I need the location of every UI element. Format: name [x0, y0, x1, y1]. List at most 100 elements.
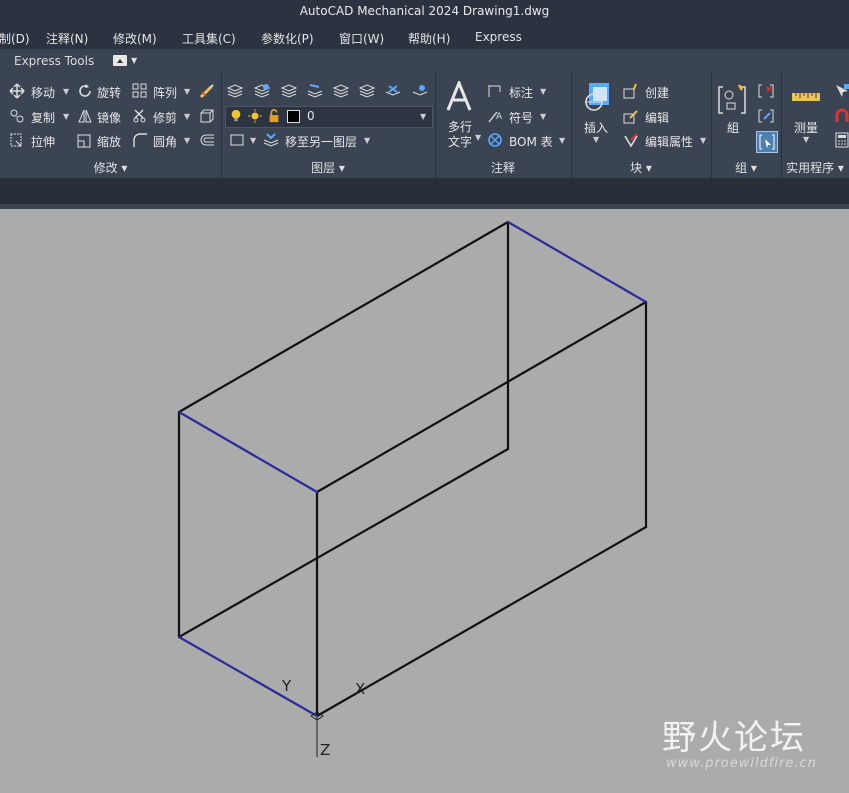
offset-icon[interactable] [199, 132, 215, 148]
edit-attributes-button[interactable]: 编辑属性 [645, 133, 693, 150]
dimension-icon [488, 85, 501, 97]
tab-express-tools[interactable]: Express Tools [14, 54, 94, 68]
menu-toolsets[interactable]: 工具集(C) [182, 30, 236, 47]
menu-express[interactable]: Express [475, 30, 522, 44]
chevron-down-icon[interactable]: ▼ [420, 112, 426, 121]
chevron-down-icon[interactable]: ▼ [184, 136, 190, 145]
drawing-canvas[interactable]: Y X Z [0, 209, 849, 793]
text-icon[interactable] [445, 81, 473, 111]
mirror-button[interactable]: 镜像 [97, 109, 121, 126]
make-current-icon[interactable] [229, 132, 245, 148]
copy-icon [10, 109, 24, 123]
window-title: AutoCAD Mechanical 2024 Drawing1.dwg [299, 4, 550, 18]
dimension-button[interactable]: 标注 [509, 84, 533, 101]
menu-draw[interactable]: 制(D) [0, 30, 30, 47]
ruler-icon[interactable] [791, 89, 821, 103]
mtext-label-line2[interactable]: 文字 [448, 133, 472, 150]
bom-icon [488, 133, 502, 147]
box-edge[interactable] [177, 220, 510, 414]
ungroup-icon[interactable] [758, 83, 774, 99]
box-edge[interactable] [315, 525, 648, 718]
sun-icon[interactable] [248, 109, 262, 123]
rotate-button[interactable]: 旋转 [97, 84, 121, 101]
ribbon-minimize-button[interactable] [113, 55, 127, 66]
panel-title-utilities[interactable]: 实用程序 ▾ [781, 159, 849, 176]
menu-help[interactable]: 帮助(H) [408, 30, 450, 47]
create-button[interactable]: 创建 [645, 84, 669, 101]
scale-icon [77, 134, 91, 148]
fillet-button[interactable]: 圆角 [153, 133, 177, 150]
menu-parametric[interactable]: 参数化(P) [261, 30, 314, 47]
panel-title-layers[interactable]: 图层 ▾ [221, 159, 435, 176]
chevron-down-icon[interactable]: ▼ [63, 87, 69, 96]
ucs-z-label: Z [320, 741, 330, 759]
trim-button[interactable]: 修剪 [153, 109, 177, 126]
array-button[interactable]: 阵列 [153, 84, 177, 101]
layer-walk-icon[interactable] [359, 83, 375, 99]
symbol-button[interactable]: 符号 [509, 109, 533, 126]
panel-group: 組 组 ▾ [711, 73, 782, 178]
menu-annotate[interactable]: 注释(N) [46, 30, 88, 47]
chevron-down-icon[interactable]: ▼ [593, 135, 599, 144]
chevron-down-icon[interactable]: ▼ [364, 136, 370, 145]
chevron-down-icon[interactable]: ▼ [540, 87, 546, 96]
erase-icon[interactable] [199, 83, 215, 99]
group-icon[interactable] [717, 83, 747, 117]
layer-match-icon[interactable] [307, 83, 323, 99]
layer-isolate-icon[interactable] [281, 83, 297, 99]
measure-button[interactable]: 测量 [794, 119, 818, 136]
unlock-icon[interactable] [267, 109, 281, 123]
group-button[interactable]: 組 [727, 119, 739, 136]
move-to-another-layer-button[interactable]: 移至另一图层 [285, 133, 357, 150]
bom-table-button[interactable]: BOM 表 [509, 133, 553, 150]
scale-button[interactable]: 缩放 [97, 133, 121, 150]
chevron-down-icon[interactable]: ▼ [803, 135, 809, 144]
chevron-down-icon[interactable]: ▼ [700, 136, 706, 145]
box-edge-x[interactable] [177, 635, 319, 718]
ribbon-tab-row: Express Tools ▼ [0, 49, 849, 73]
layer-properties-icon[interactable] [227, 83, 243, 99]
edit-attributes-icon [624, 133, 638, 148]
rotate-icon [79, 84, 91, 97]
panel-title-block[interactable]: 块 ▾ [571, 159, 711, 176]
stretch-button[interactable]: 拉伸 [31, 133, 55, 150]
panel-title-modify[interactable]: 修改 ▾ [0, 159, 221, 176]
chevron-down-icon[interactable]: ▼ [540, 112, 546, 121]
edit-button[interactable]: 编辑 [645, 109, 669, 126]
panel-title-annotation[interactable]: 注释 [435, 159, 571, 176]
chevron-down-icon[interactable]: ▼ [475, 133, 481, 142]
layer-state-icon[interactable] [254, 83, 270, 99]
panel-title-group[interactable]: 组 ▾ [711, 159, 781, 176]
chevron-down-icon[interactable]: ▼ [63, 112, 69, 121]
box-edge-x[interactable] [506, 220, 648, 304]
menu-modify[interactable]: 修改(M) [113, 30, 157, 47]
magnet-icon[interactable] [834, 108, 849, 124]
chevron-down-icon[interactable]: ▼ [184, 112, 190, 121]
quick-select-icon[interactable] [834, 83, 849, 99]
box-edge-x[interactable] [177, 410, 319, 494]
current-layer-name: 0 [307, 109, 315, 123]
panel-annotation: 多行 文字 ▼ 标注 ▼ A 符号 ▼ BOM 表 ▼ 注释 [435, 73, 572, 178]
layer-dropdown[interactable]: 0 ▼ [225, 106, 433, 128]
calculator-icon[interactable] [834, 132, 849, 148]
insert-button[interactable]: 插入 [584, 119, 608, 136]
group-selection-icon[interactable] [756, 131, 778, 153]
group-edit-icon[interactable] [758, 108, 774, 124]
3d-box-icon[interactable] [199, 108, 215, 124]
stretch-icon [10, 133, 22, 147]
layer-lock-icon[interactable] [412, 83, 428, 99]
chevron-down-icon[interactable]: ▼ [250, 136, 256, 145]
move-button[interactable]: 移动 [31, 84, 55, 101]
insert-block-icon[interactable] [583, 81, 613, 113]
chevron-down-icon[interactable]: ▼ [131, 56, 137, 65]
layer-previous-icon[interactable] [333, 83, 349, 99]
title-bar: AutoCAD Mechanical 2024 Drawing1.dwg [0, 0, 849, 24]
layer-off-icon[interactable] [385, 83, 401, 99]
layer-color-swatch [287, 110, 300, 123]
menu-window[interactable]: 窗口(W) [339, 30, 384, 47]
ucs-x-label: X [355, 680, 365, 698]
chevron-down-icon[interactable]: ▼ [559, 136, 565, 145]
copy-button[interactable]: 复制 [31, 109, 55, 126]
chevron-down-icon[interactable]: ▼ [184, 87, 190, 96]
lightbulb-icon[interactable] [229, 109, 243, 123]
